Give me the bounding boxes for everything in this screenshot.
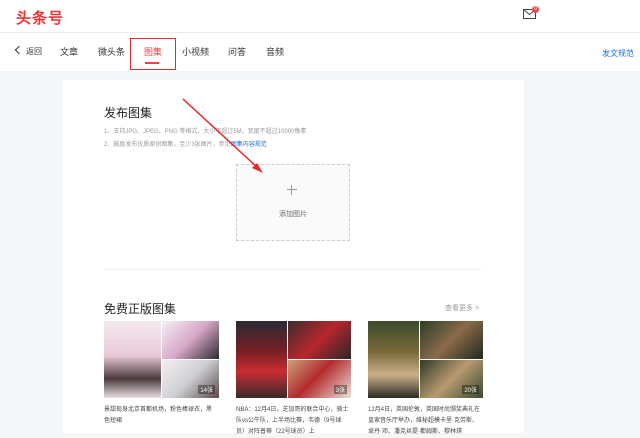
- annotation-arrow: [182, 98, 263, 173]
